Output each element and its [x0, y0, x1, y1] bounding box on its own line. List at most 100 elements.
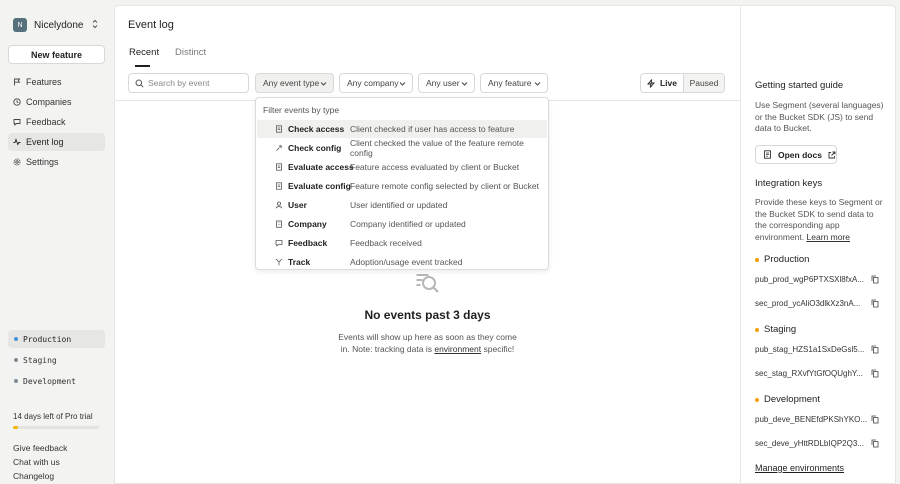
dropdown-item-check-access[interactable]: Check access Client checked if user has …	[257, 120, 547, 138]
tab-distinct[interactable]: Distinct	[175, 47, 206, 58]
keys-text: Provide these keys to Segment or the Buc…	[755, 197, 887, 243]
chevron-updown-icon[interactable]	[92, 19, 98, 30]
tool-icon	[276, 144, 283, 151]
tab-recent[interactable]: Recent	[129, 47, 159, 58]
external-link-icon	[828, 151, 836, 158]
guide-text: Use Segment (several languages) or the B…	[755, 100, 884, 133]
env-label: Production	[23, 334, 72, 344]
env-name: Staging	[764, 324, 797, 335]
env-head-production: Production	[755, 254, 809, 265]
filter-feature[interactable]: Any feature	[480, 73, 548, 93]
key-sec-production: sec_prod_ycAliO3dlkXz3nA...	[755, 299, 861, 308]
sidebar-item-feedback[interactable]: Feedback	[8, 113, 105, 131]
dropdown-item-evaluate-config[interactable]: Evaluate config Feature remote config se…	[257, 177, 547, 195]
sidebar-item-settings[interactable]: Settings	[8, 153, 105, 171]
live-button[interactable]: Live	[641, 74, 684, 92]
dropdown-item-desc: Adoption/usage event tracked	[350, 257, 463, 267]
dropdown-item-name: Evaluate config	[288, 181, 351, 191]
env-dot	[755, 257, 759, 262]
empty-text-pre: in. Note: tracking data is	[340, 344, 432, 354]
dropdown-item-feedback[interactable]: Feedback Feedback received	[257, 234, 547, 252]
dropdown-item-name: Evaluate access	[288, 162, 354, 172]
user-icon	[275, 201, 283, 209]
env-name: Development	[764, 394, 820, 405]
manage-environments-link[interactable]: Manage environments	[755, 463, 844, 473]
sidebar-env-development[interactable]: Development	[8, 372, 105, 390]
copy-icon[interactable]	[871, 345, 879, 354]
key-pub-production: pub_prod_wgP6PTXSXl8fxA...	[755, 275, 864, 284]
copy-icon[interactable]	[871, 275, 879, 284]
document-icon	[276, 182, 282, 190]
env-head-staging: Staging	[755, 324, 796, 335]
dropdown-item-name: User	[288, 200, 307, 210]
chat-link[interactable]: Chat with us	[13, 457, 60, 467]
env-head-development: Development	[755, 394, 820, 405]
chevron-down-icon	[534, 82, 541, 86]
sidebar-item-label: Event log	[26, 137, 64, 147]
filter-company[interactable]: Any company	[339, 73, 413, 93]
sidebar-item-features[interactable]: Features	[8, 73, 105, 91]
dropdown-item-desc: Feature remote config selected by client…	[350, 181, 539, 191]
learn-more-link[interactable]: Learn more	[807, 232, 850, 242]
paused-button[interactable]: Paused	[683, 74, 724, 92]
environment-link[interactable]: environment	[434, 344, 481, 354]
org-switcher[interactable]: N Nicelydone	[13, 18, 83, 32]
flag-icon	[14, 78, 21, 86]
give-feedback-link[interactable]: Give feedback	[13, 443, 67, 453]
guide-title: Getting started guide	[755, 80, 844, 91]
trial-text: 14 days left of Pro trial	[13, 412, 93, 421]
env-dot	[14, 337, 18, 341]
dropdown-item-company[interactable]: Company Company identified or updated	[257, 215, 547, 233]
new-feature-button[interactable]: New feature	[8, 45, 105, 64]
sidebar-item-event-log[interactable]: Event log	[8, 133, 105, 151]
track-icon	[275, 258, 283, 266]
page-title: Event log	[128, 19, 174, 31]
dropdown-item-user[interactable]: User User identified or updated	[257, 196, 547, 214]
trial-progress	[13, 426, 99, 429]
dropdown-item-desc: Company identified or updated	[350, 219, 466, 229]
tab-underline	[135, 65, 150, 67]
copy-icon[interactable]	[871, 369, 879, 378]
empty-title: No events past 3 days	[364, 308, 491, 322]
filter-user[interactable]: Any user	[418, 73, 475, 93]
sidebar-env-production[interactable]: Production	[8, 330, 105, 348]
dropdown-item-desc: Client checked if user has access to fea…	[350, 124, 515, 134]
open-docs-button[interactable]: Open docs	[755, 145, 837, 164]
sidebar-env-staging[interactable]: Staging	[8, 351, 105, 369]
copy-icon[interactable]	[871, 299, 879, 308]
chat-icon	[13, 119, 21, 126]
search-input[interactable]	[148, 78, 244, 88]
changelog-link[interactable]: Changelog	[13, 471, 54, 481]
filter-event-type[interactable]: Any event type	[255, 73, 334, 93]
env-dot	[14, 379, 18, 383]
filter-label: Any event type	[263, 78, 320, 88]
env-label: Staging	[23, 355, 57, 365]
gear-icon	[13, 158, 21, 166]
dropdown-item-check-config[interactable]: Check config Client checked the value of…	[257, 138, 547, 158]
sidebar-item-label: Companies	[26, 97, 72, 107]
empty-text: Events will show up here as soon as they…	[338, 332, 517, 342]
empty-search-icon	[416, 274, 439, 293]
search-icon	[135, 79, 144, 88]
sidebar-item-label: Settings	[26, 157, 59, 167]
document-icon	[276, 125, 282, 133]
dropdown-filter-label[interactable]: Filter events by type	[263, 105, 339, 115]
dropdown-item-evaluate-access[interactable]: Evaluate access Feature access evaluated…	[257, 158, 547, 176]
chat-icon	[275, 240, 283, 247]
copy-icon[interactable]	[871, 439, 879, 448]
sidebar-item-companies[interactable]: Companies	[8, 93, 105, 111]
dropdown-item-desc: User identified or updated	[350, 200, 448, 210]
chevron-down-icon	[320, 82, 327, 86]
empty-text-post: specific!	[483, 344, 515, 354]
key-pub-development: pub_deve_BENEfdPKShYKO...	[755, 415, 868, 424]
document-icon	[764, 150, 771, 159]
sidebar: N Nicelydone New feature Features Compan…	[0, 0, 114, 484]
env-name: Production	[764, 254, 810, 265]
dropdown-item-name: Check config	[288, 143, 342, 153]
copy-icon[interactable]	[871, 415, 879, 424]
dropdown-item-track[interactable]: Track Adoption/usage event tracked	[257, 253, 547, 271]
env-label: Development	[23, 376, 76, 386]
dropdown-item-desc: Feedback received	[350, 238, 422, 248]
search-box[interactable]	[128, 73, 249, 93]
sidebar-item-label: Feedback	[26, 117, 66, 127]
